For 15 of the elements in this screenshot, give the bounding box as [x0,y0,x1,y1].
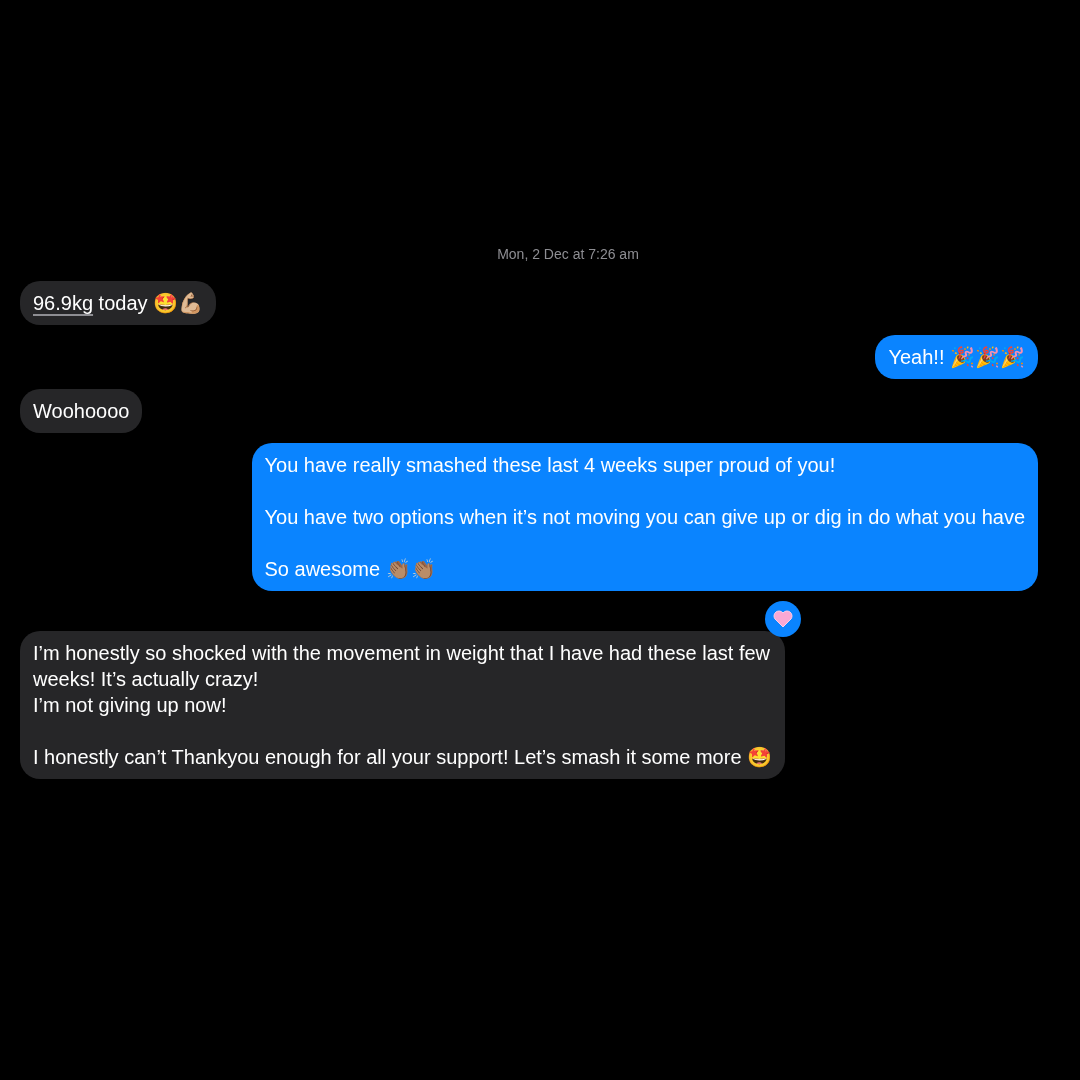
weight-link[interactable]: 96.9kg [33,292,94,314]
message-text: 96.9kg today 🤩💪🏼 [33,291,204,316]
message-bubble[interactable] [20,631,786,779]
message-text: I’m honestly so shocked with the movement in weight that I have had these last few weeks! It’s actually crazy! I’m not giving up now! [33,641,772,718]
message-bubble[interactable]: Woohoooo [20,389,143,433]
message-text: I honestly can’t Thankyou enough for all your support! Let’s smash it some more 🤩 [33,745,773,770]
timestamp: Mon, 2 Dec at 7:26 am [496,245,640,264]
message-text: You have really smashed these last 4 weeks super proud of you! [264,453,837,478]
message-bubble[interactable]: 96.9kg today 🤩💪🏼 [20,281,217,325]
message-bubble[interactable]: Yeah!! 🎉🎉🎉 [875,335,1038,379]
message-text: You have two options when it’s not moving you can give up or dig in do what you have [264,505,1025,530]
message-text: Yeah!! 🎉🎉🎉 [888,345,1025,370]
message-bubble[interactable]: You have really smashed these last 4 weeks super proud of you! You have two options when it’s not moving you can give up or dig in do what you have So awesome 👏🏽👏🏽 [251,443,1038,591]
message-text: So awesome 👏🏽👏🏽 [264,557,437,582]
message-text: Woohoooo [33,399,130,424]
